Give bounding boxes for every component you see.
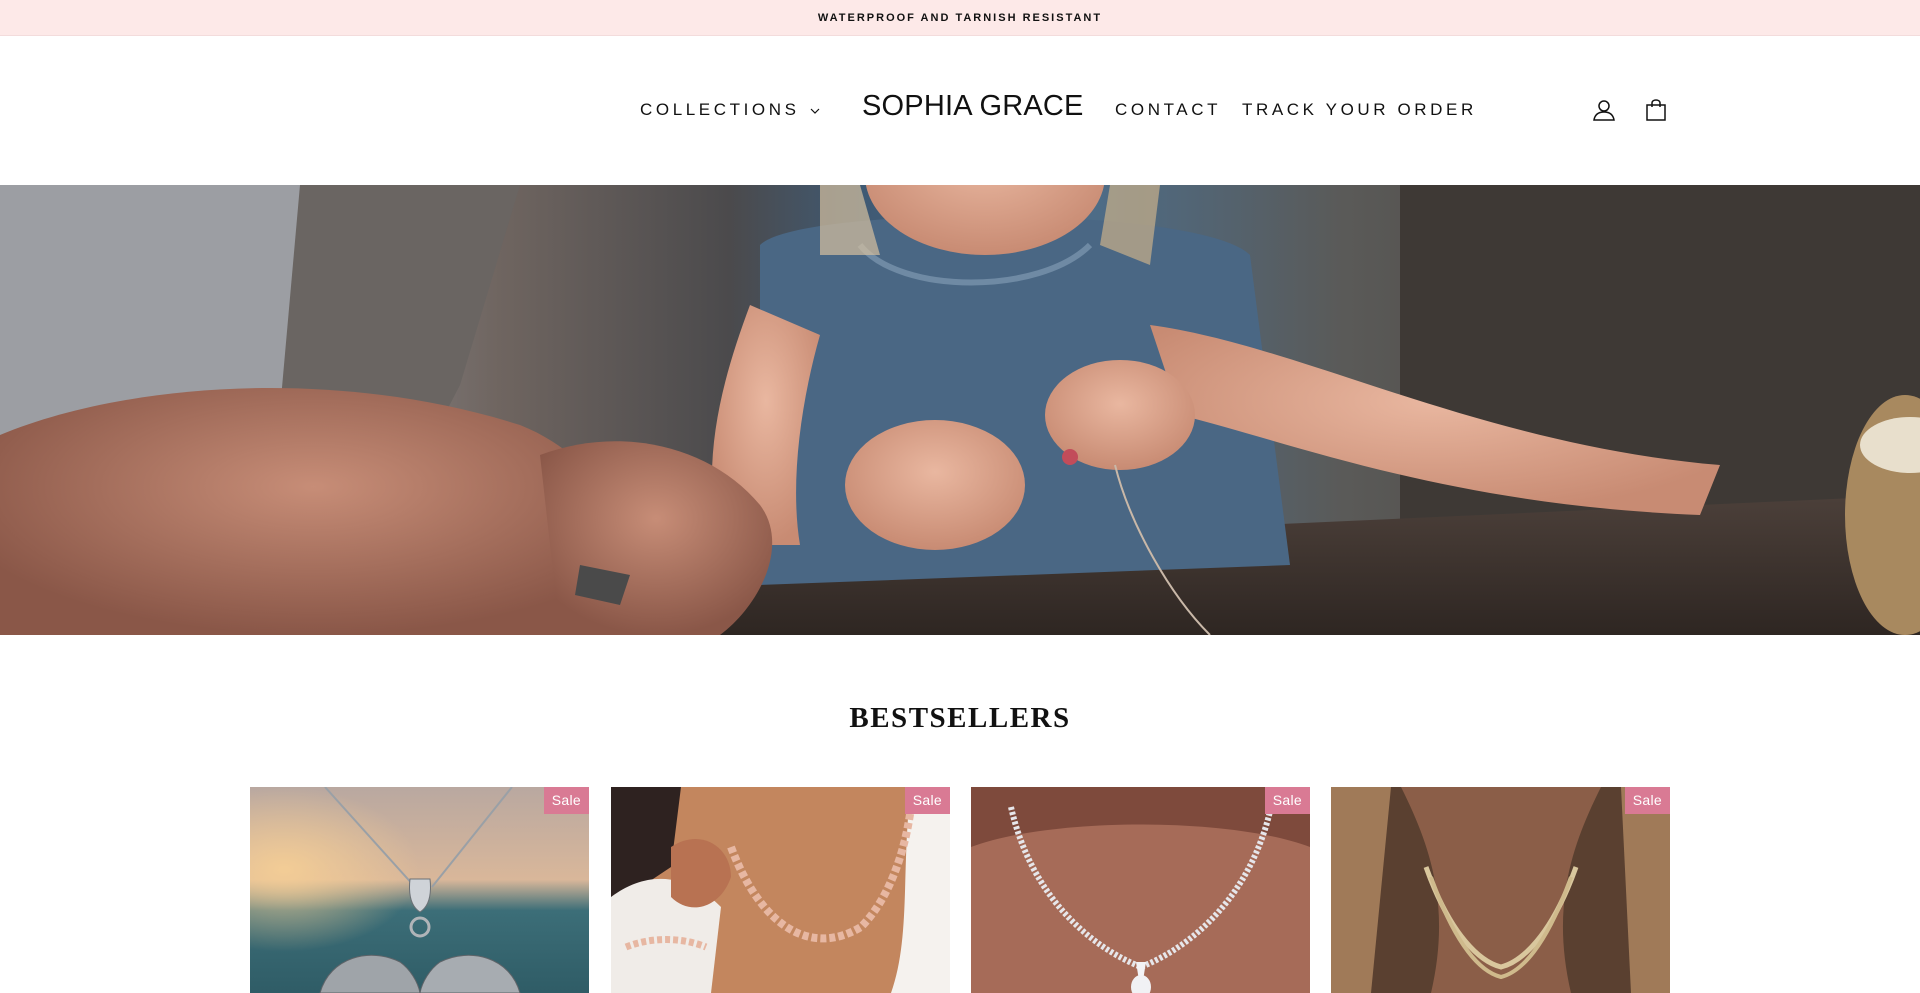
shopping-bag-icon[interactable] [1642, 96, 1670, 124]
product-grid: Sale Sale Sale Sale [250, 787, 1670, 993]
nav-collections[interactable]: COLLECTIONS [640, 100, 820, 120]
announcement-bar: WATERPROOF AND TARNISH RESISTANT [0, 0, 1920, 36]
nav-contact[interactable]: CONTACT [1115, 100, 1221, 120]
product-card[interactable]: Sale [611, 787, 950, 993]
hero-banner [0, 185, 1920, 635]
product-card[interactable]: Sale [250, 787, 589, 993]
nav-track-order[interactable]: TRACK YOUR ORDER [1242, 100, 1477, 120]
site-logo[interactable]: SOPHIA GRACE [862, 90, 1084, 123]
hero-image [0, 185, 1920, 635]
sale-badge: Sale [1624, 787, 1670, 814]
product-image [1331, 787, 1670, 993]
product-image [971, 787, 1310, 993]
bestsellers-title: BESTSELLERS [849, 702, 1071, 734]
product-image [250, 787, 589, 993]
announcement-text: WATERPROOF AND TARNISH RESISTANT [817, 11, 1103, 24]
site-header: COLLECTIONS SOPHIA GRACE CONTACT TRACK Y… [0, 36, 1920, 185]
sale-badge: Sale [1264, 787, 1310, 814]
chevron-down-icon [810, 99, 820, 119]
sale-badge: Sale [904, 787, 950, 814]
product-card[interactable]: Sale [971, 787, 1310, 993]
product-card[interactable]: Sale [1331, 787, 1670, 993]
product-image [611, 787, 950, 993]
nav-collections-label: COLLECTIONS [640, 100, 800, 119]
sale-badge: Sale [543, 787, 589, 814]
user-icon[interactable] [1590, 96, 1618, 124]
